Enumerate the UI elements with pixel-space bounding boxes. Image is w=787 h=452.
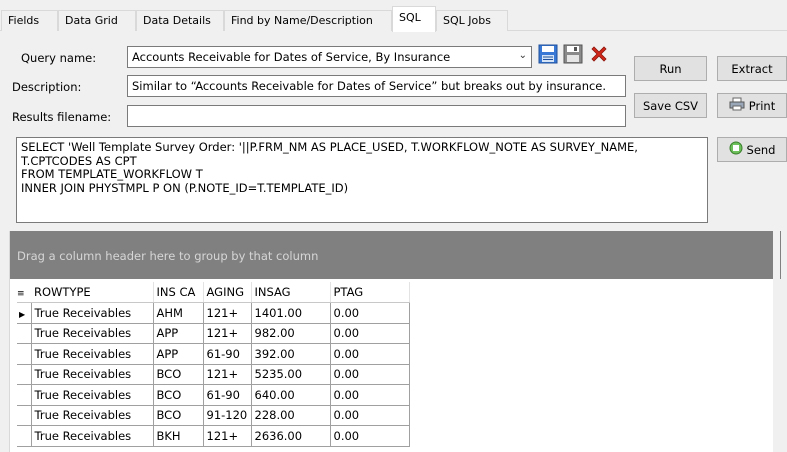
table-cell[interactable]: 121+ — [203, 364, 252, 385]
print-button[interactable]: Print — [717, 93, 787, 118]
column-chooser-icon[interactable]: ≡ — [17, 282, 31, 303]
row-indicator[interactable] — [17, 323, 32, 344]
row-indicator[interactable] — [17, 364, 32, 385]
table-cell[interactable]: True Receivables — [31, 405, 154, 426]
row-indicator[interactable] — [17, 384, 32, 406]
table-cell[interactable]: 61-90 — [203, 384, 252, 406]
table-row[interactable]: True Receivables BCO 121+ 5235.00 0.00 — [17, 364, 410, 385]
chevron-down-icon[interactable]: ⌄ — [519, 50, 527, 61]
table-cell[interactable]: 5235.00 — [251, 364, 331, 385]
table-cell[interactable]: 91-120 — [203, 405, 252, 426]
table-cell[interactable]: 121+ — [203, 323, 252, 344]
table-cell[interactable]: 1401.00 — [251, 302, 331, 324]
send-button[interactable]: Send — [717, 137, 787, 162]
table-cell[interactable]: 0.00 — [330, 323, 410, 344]
row-pointer-icon[interactable]: ▶ — [17, 302, 32, 324]
tab-label: Fields — [8, 14, 40, 27]
description-value: Similar to “Accounts Receivable for Date… — [132, 79, 607, 93]
tab-label: Find by Name/Description — [231, 14, 373, 27]
printer-icon — [729, 97, 745, 114]
results-grid[interactable]: Drag a column header here to group by th… — [9, 231, 781, 452]
table-cell[interactable]: True Receivables — [31, 302, 154, 324]
table-cell[interactable]: True Receivables — [31, 425, 154, 447]
print-button-label: Print — [748, 98, 776, 113]
table-cell[interactable]: 2636.00 — [251, 425, 331, 447]
table-row[interactable]: True Receivables BCO 91-120 228.00 0.00 — [17, 405, 410, 426]
description-field[interactable]: Similar to “Accounts Receivable for Date… — [127, 75, 626, 97]
column-header-aging[interactable]: AGING — [203, 282, 252, 303]
save-as-icon[interactable] — [562, 43, 584, 65]
send-button-label: Send — [746, 142, 776, 157]
table-row[interactable]: True Receivables BKH 121+ 2636.00 0.00 — [17, 425, 410, 447]
table-cell[interactable]: BCO — [153, 384, 204, 406]
tab-label: SQL Jobs — [443, 14, 491, 27]
table-cell[interactable]: True Receivables — [31, 323, 154, 344]
table-cell[interactable]: 982.00 — [251, 323, 331, 344]
table-cell[interactable]: APP — [153, 343, 204, 365]
table-cell[interactable]: 392.00 — [251, 343, 331, 365]
table-cell[interactable]: 0.00 — [330, 425, 410, 447]
table-cell[interactable]: True Receivables — [31, 343, 154, 365]
table-row[interactable]: True Receivables APP 121+ 982.00 0.00 — [17, 323, 410, 344]
column-header-insag[interactable]: INSAG — [251, 282, 331, 303]
tab-label: SQL — [399, 11, 421, 24]
tab-label: Data Details — [143, 14, 211, 27]
header-row: ≡ ROWTYPE INS CA AGING INSAG PTAG — [17, 282, 410, 303]
extract-button[interactable]: Extract — [717, 56, 787, 81]
tab-fields[interactable]: Fields — [1, 10, 58, 31]
column-header-rowtype[interactable]: ROWTYPE — [31, 282, 154, 303]
table-cell[interactable]: 640.00 — [251, 384, 331, 406]
send-icon — [729, 141, 743, 158]
table-cell[interactable]: AHM — [153, 302, 204, 324]
table-cell[interactable]: 0.00 — [330, 405, 410, 426]
column-header-ins-ca[interactable]: INS CA — [153, 282, 204, 303]
table-cell[interactable]: BCO — [153, 364, 204, 385]
group-by-panel[interactable]: Drag a column header here to group by th… — [10, 231, 781, 279]
query-name-label: Query name: — [21, 51, 97, 65]
query-name-combo[interactable]: Accounts Receivable for Dates of Service… — [127, 46, 532, 68]
tab-sql-jobs[interactable]: SQL Jobs — [436, 10, 508, 31]
table-cell[interactable]: 0.00 — [330, 302, 410, 324]
table-cell[interactable]: 61-90 — [203, 343, 252, 365]
sql-editor[interactable]: SELECT 'Well Template Survey Order: '||P… — [16, 137, 708, 223]
table-cell[interactable]: True Receivables — [31, 364, 154, 385]
tab-data-grid[interactable]: Data Grid — [58, 10, 136, 31]
run-button-label: Run — [659, 61, 682, 76]
table-cell[interactable]: 121+ — [203, 425, 252, 447]
table-cell[interactable]: 0.00 — [330, 384, 410, 406]
group-by-hint: Drag a column header here to group by th… — [17, 249, 319, 263]
tab-strip: Fields Data Grid Data Details Find by Na… — [0, 0, 787, 32]
column-header-ptag[interactable]: PTAG — [330, 282, 410, 303]
tab-label: Data Grid — [65, 14, 118, 27]
tab-find-by-name[interactable]: Find by Name/Description — [224, 10, 392, 31]
results-table: ≡ ROWTYPE INS CA AGING INSAG PTAG ▶ True … — [17, 282, 410, 447]
tab-data-details[interactable]: Data Details — [136, 10, 224, 31]
row-indicator[interactable] — [17, 425, 32, 447]
save-csv-button-label: Save CSV — [642, 98, 699, 113]
table-cell[interactable]: True Receivables — [31, 384, 154, 406]
results-filename-label: Results filename: — [12, 110, 112, 124]
save-csv-button[interactable]: Save CSV — [634, 93, 707, 118]
table-cell[interactable]: BKH — [153, 425, 204, 447]
row-indicator[interactable] — [17, 343, 32, 365]
table-row[interactable]: ▶ True Receivables AHM 121+ 1401.00 0.00 — [17, 302, 410, 324]
results-filename-field[interactable] — [127, 105, 626, 127]
table-cell[interactable]: APP — [153, 323, 204, 344]
table-row[interactable]: True Receivables BCO 61-90 640.00 0.00 — [17, 384, 410, 406]
run-button[interactable]: Run — [634, 56, 707, 81]
delete-icon[interactable] — [588, 43, 610, 65]
extract-button-label: Extract — [731, 61, 773, 76]
row-indicator[interactable] — [17, 405, 32, 426]
description-label: Description: — [12, 80, 82, 94]
save-icon[interactable] — [537, 43, 559, 65]
vertical-scrollbar[interactable] — [773, 231, 780, 452]
query-name-value: Accounts Receivable for Dates of Service… — [132, 50, 451, 64]
table-cell[interactable]: 121+ — [203, 302, 252, 324]
table-cell[interactable]: 0.00 — [330, 343, 410, 365]
table-cell[interactable]: 228.00 — [251, 405, 331, 426]
table-cell[interactable]: 0.00 — [330, 364, 410, 385]
table-row[interactable]: True Receivables APP 61-90 392.00 0.00 — [17, 343, 410, 365]
table-cell[interactable]: BCO — [153, 405, 204, 426]
tab-sql[interactable]: SQL — [392, 6, 436, 32]
